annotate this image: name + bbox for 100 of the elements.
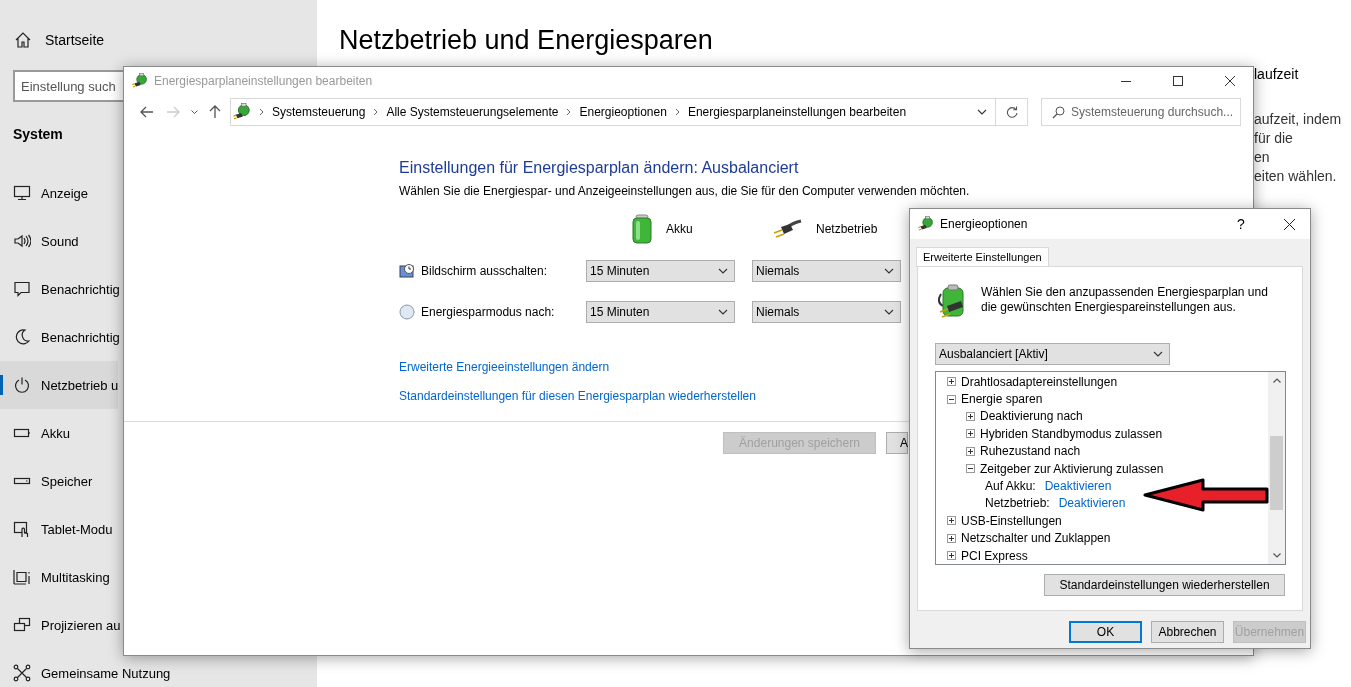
arrow-right-icon xyxy=(166,106,180,118)
nav-item[interactable]: Benachrichtig xyxy=(0,313,120,361)
link[interactable]: Erweiterte Energieeinstellungen ändern xyxy=(399,359,610,375)
tree-item[interactable]: Drahtlosadaptereinstellungen xyxy=(961,374,1118,389)
nav-item[interactable]: Projizieren au xyxy=(0,601,121,649)
setting-value-link[interactable]: Deaktivieren xyxy=(1058,496,1126,511)
close-icon xyxy=(1283,218,1295,230)
tree-item[interactable]: Zeitgeber zur Aktivierung zulassen xyxy=(980,461,1164,476)
dropdown[interactable]: 15 Minuten xyxy=(586,260,735,282)
nav-item[interactable]: Speicher xyxy=(0,457,93,505)
window-title: Energiesparplaneinstellungen bearbeiten xyxy=(154,74,374,88)
nav-item[interactable]: Benachrichtig xyxy=(0,265,120,313)
tree-item[interactable]: Energie sparen xyxy=(961,392,1043,407)
setting-value-link[interactable]: Deaktivieren xyxy=(1044,479,1112,494)
nav-item[interactable]: Tablet-Modu xyxy=(0,505,113,553)
close-icon xyxy=(1225,76,1235,86)
expand-icon xyxy=(947,551,956,561)
maximize-icon xyxy=(1173,76,1183,86)
description-line: für die xyxy=(1254,129,1294,148)
tree-item[interactable]: PCI Express xyxy=(961,548,1028,563)
setting-label: Energiesparmodus nach: xyxy=(421,305,555,319)
selection-bar xyxy=(0,375,3,395)
description-line: eiten wählen. xyxy=(1254,167,1338,186)
nav-item[interactable]: Sound xyxy=(0,217,79,265)
chevron-down-icon xyxy=(1153,351,1163,357)
setting-label: Auf Akku: xyxy=(985,479,1036,494)
tree-item[interactable]: Hybriden Standbymodus zulassen xyxy=(980,426,1163,441)
power-plan-icon xyxy=(918,216,934,232)
chevron-right-icon xyxy=(566,108,572,116)
home-link[interactable]: Startseite xyxy=(45,32,105,48)
chevron-down-icon xyxy=(718,268,728,274)
description: Wählen Sie die Energiespar- und Anzeigeeinstellungen aus, die Sie für den Computer verwenden möchten. xyxy=(399,183,971,199)
tree-item[interactable]: Ruhezustand nach xyxy=(980,444,1081,459)
refresh-icon xyxy=(1005,106,1018,118)
chevron-right-icon xyxy=(674,108,680,116)
speech-bubble-icon xyxy=(13,280,31,298)
home-icon xyxy=(14,31,32,49)
power-icon xyxy=(13,376,31,394)
column-header: Netzbetrieb xyxy=(816,222,878,236)
arrow-left-icon xyxy=(140,106,154,118)
cancel-button[interactable]: Abbrechen xyxy=(1151,621,1224,643)
help-button[interactable]: ? xyxy=(1220,209,1262,239)
address-bar[interactable]: Systemsteuerung Alle Systemsteuerungselemente Energieoptionen Energiesparplaneinstellungen bearbeiten xyxy=(230,98,996,126)
nav-item[interactable]: Netzbetrieb u xyxy=(0,361,119,409)
scroll-thumb[interactable] xyxy=(1270,436,1283,510)
cancel-button[interactable]: A xyxy=(886,432,908,454)
plug-icon xyxy=(773,219,803,239)
tree-item[interactable]: USB-Einstellungen xyxy=(961,513,1062,528)
chevron-down-icon xyxy=(1272,553,1281,558)
chevron-right-icon xyxy=(259,108,264,116)
tree-item[interactable]: Deaktivierung nach xyxy=(980,409,1083,424)
section-title: laufzeit xyxy=(1254,65,1300,84)
nav-item[interactable]: Multitasking xyxy=(0,553,110,601)
collapse-icon xyxy=(947,394,956,404)
power-plan-icon xyxy=(233,103,251,121)
ok-button[interactable]: OK xyxy=(1069,621,1142,643)
plan-dropdown[interactable]: Ausbalanciert [Aktiv] xyxy=(935,343,1170,365)
scrollbar[interactable] xyxy=(1268,372,1285,564)
restore-defaults-button[interactable]: Standardeinstellungen wiederherstellen xyxy=(1044,574,1285,596)
collapse-icon xyxy=(966,464,975,474)
description-line: aufzeit, indem xyxy=(1254,110,1343,129)
expand-icon xyxy=(966,429,975,439)
tree-item[interactable]: Netzschalter und Zuklappen xyxy=(961,531,1111,546)
description-line: en xyxy=(1254,148,1271,167)
search-icon xyxy=(1052,105,1065,119)
chevron-down-icon xyxy=(977,109,987,115)
multitasking-icon xyxy=(13,568,31,586)
page-heading: Einstellungen für Energiesparplan ändern: Ausbalanciert xyxy=(399,158,800,178)
power-plan-icon xyxy=(132,73,148,89)
arrow-up-icon xyxy=(209,105,221,119)
speaker-icon xyxy=(13,232,31,250)
chevron-down-icon xyxy=(190,109,198,115)
tab[interactable]: Erweiterte Einstellungen xyxy=(916,247,1049,267)
expand-icon xyxy=(966,446,975,456)
instruction-text: Wählen Sie den anzupassenden Energiesparplan und die gewünschten Energiespareinstellungen aus. xyxy=(981,285,1269,315)
setting-label: Bildschirm ausschalten: xyxy=(421,264,548,278)
share-icon xyxy=(13,664,31,682)
nav-item[interactable]: Akku xyxy=(0,409,70,457)
search-field[interactable]: Einstellung such xyxy=(13,70,123,102)
refresh-button[interactable] xyxy=(996,98,1028,126)
nav-item[interactable]: Gemeinsame Nutzung xyxy=(0,649,171,687)
project-icon xyxy=(13,616,31,634)
expand-icon xyxy=(966,411,975,421)
dropdown[interactable]: 15 Minuten xyxy=(586,301,735,323)
expand-icon xyxy=(947,516,956,526)
expand-icon xyxy=(947,377,956,387)
chevron-up-icon xyxy=(1272,378,1281,383)
tablet-icon xyxy=(13,520,31,538)
section-heading: System xyxy=(13,125,64,144)
nav-item[interactable]: Anzeige xyxy=(0,169,88,217)
chevron-down-icon xyxy=(718,309,728,315)
battery-icon xyxy=(631,214,653,244)
expand-icon xyxy=(947,533,956,543)
chevron-right-icon xyxy=(373,108,379,116)
dropdown[interactable]: Niemals xyxy=(752,301,901,323)
chevron-down-icon xyxy=(884,268,894,274)
page-title: Netzbetrieb und Energiesparen xyxy=(339,24,714,57)
dropdown[interactable]: Niemals xyxy=(752,260,901,282)
link[interactable]: Standardeinstellungen für diesen Energiesparplan wiederherstellen xyxy=(399,388,756,404)
column-header: Akku xyxy=(666,222,693,236)
